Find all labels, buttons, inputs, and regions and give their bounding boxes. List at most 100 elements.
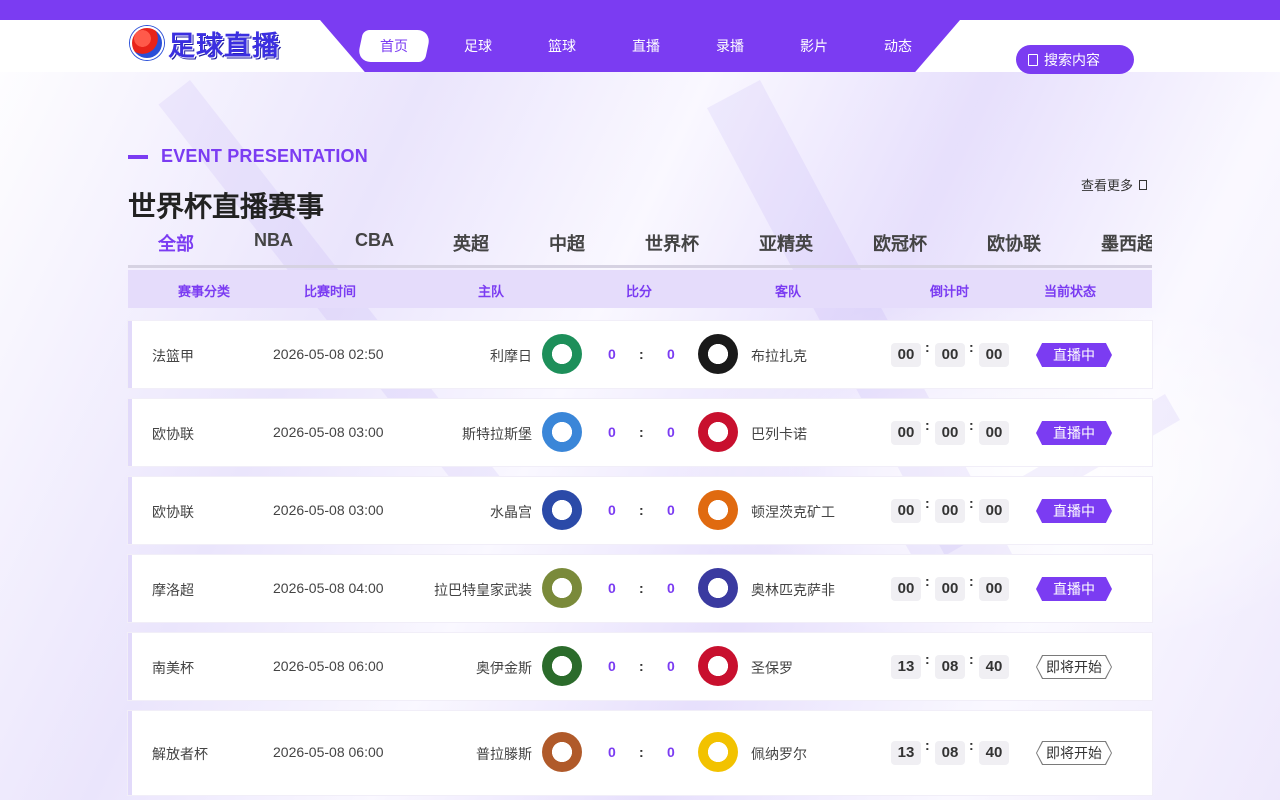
tab-1[interactable]: NBA [254,230,293,251]
away-team: 巴列卡诺 [751,426,807,442]
nav-item-5[interactable]: 影片 [772,20,856,72]
tab-0[interactable]: 全部 [158,230,194,256]
tab-8[interactable]: 欧协联 [987,230,1041,256]
away-team-logo [698,334,738,374]
away-team-logo [698,490,738,530]
table-row[interactable]: 法篮甲 2026-05-08 02:50 利摩日 0:0 布拉扎克 00:00:00 直播中 [128,321,1152,388]
home-team-logo [542,732,582,772]
countdown-separator: : [969,495,974,511]
home-team-logo [542,490,582,530]
table-row[interactable]: 南美杯 2026-05-08 06:00 奥伊金斯 0:0 圣保罗 13:08:40 即将开… [128,633,1152,700]
tab-6[interactable]: 亚精英 [759,230,813,256]
view-more-link[interactable]: 查看更多 [1081,175,1148,194]
status-badge-label: 即将开始 [1037,742,1111,764]
tab-5[interactable]: 世界杯 [645,230,699,256]
match-time: 2026-05-08 06:00 [273,658,384,674]
table-row[interactable]: 欧协联 2026-05-08 03:00 斯特拉斯堡 0:0 巴列卡诺 00:00:00 直… [128,399,1152,466]
table-header: 赛事分类 比赛时间 主队 比分 客队 倒计时 当前状态 [128,270,1152,308]
score-separator: : [639,580,644,596]
countdown-digit: 40 [979,655,1009,679]
tab-3[interactable]: 英超 [453,230,489,256]
countdown-separator: : [969,417,974,433]
score-separator: : [639,744,644,760]
status-badge[interactable]: 直播中 [1036,343,1112,367]
countdown-digit: 00 [979,499,1009,523]
away-team: 圣保罗 [751,660,793,676]
countdown-digit: 00 [935,343,965,367]
status-badge[interactable]: 即将开始 [1036,655,1112,679]
section-title: 世界杯直播赛事 [128,191,325,222]
countdown-digit: 00 [935,577,965,601]
away-team: 奥林匹克萨非 [751,582,835,598]
home-score: 0 [608,744,616,760]
table-row[interactable]: 解放者杯 2026-05-08 06:00 普拉滕斯 0:0 佩纳罗尔 13:08:40 即… [128,711,1152,795]
status-badge[interactable]: 即将开始 [1036,741,1112,765]
nav-item-1[interactable]: 足球 [436,20,520,72]
countdown-digit: 00 [979,421,1009,445]
nav-item-0[interactable]: 首页 [352,20,436,72]
title-accent-bar [128,154,148,159]
nav-item-label: 动态 [884,38,912,54]
league-name: 欧协联 [152,426,194,442]
status-badge[interactable]: 直播中 [1036,577,1112,601]
countdown-digit: 00 [935,499,965,523]
status-badge[interactable]: 直播中 [1036,499,1112,523]
match-time: 2026-05-08 03:00 [273,502,384,518]
site-logo[interactable]: 足球直播 [130,24,280,62]
home-score: 0 [608,502,616,518]
nav-item-6[interactable]: 动态 [856,20,940,72]
search-button[interactable]: 搜索内容 [1016,45,1134,74]
nav-item-label: 录播 [716,38,744,54]
home-team: 利摩日 [490,348,532,364]
countdown-separator: : [969,573,974,589]
countdown-separator: : [925,651,930,667]
home-score: 0 [608,580,616,596]
home-team: 斯特拉斯堡 [462,426,532,442]
score-separator: : [639,346,644,362]
countdown-separator: : [925,339,930,355]
tab-7[interactable]: 欧冠杯 [873,230,927,256]
match-time: 2026-05-08 04:00 [273,580,384,596]
nav-item-4[interactable]: 录播 [688,20,772,72]
match-time: 2026-05-08 03:00 [273,424,384,440]
away-score: 0 [667,658,675,674]
search-label: 搜索内容 [1044,51,1100,68]
countdown-digit: 00 [891,343,921,367]
home-team: 拉巴特皇家武装 [434,582,532,598]
away-score: 0 [667,502,675,518]
arrow-right-icon [1139,179,1148,190]
nav-item-label: 首页 [356,30,432,62]
column-header: 赛事分类 [178,284,231,299]
away-score: 0 [667,744,675,760]
away-team-logo [698,646,738,686]
match-time: 2026-05-08 02:50 [273,346,384,362]
home-score: 0 [608,346,616,362]
view-more-label: 查看更多 [1081,178,1134,193]
site-header: 足球直播 首页 足球 篮球 直播 录播 影片 动态 搜索内容 [0,20,1280,74]
tab-2[interactable]: CBA [355,230,394,251]
main-nav: 首页 足球 篮球 直播 录播 影片 动态 [352,20,940,72]
tab-4[interactable]: 中超 [549,230,585,256]
column-header: 客队 [775,284,802,299]
nav-item-3[interactable]: 直播 [604,20,688,72]
home-score: 0 [608,424,616,440]
tab-9[interactable]: 墨西超 [1101,230,1152,256]
countdown-separator: : [925,495,930,511]
ball-icon [130,26,164,60]
active-tab-underline [128,265,224,268]
column-header: 当前状态 [1044,284,1097,299]
status-badge[interactable]: 直播中 [1036,421,1112,445]
column-header: 倒计时 [930,284,970,299]
table-row[interactable]: 摩洛超 2026-05-08 04:00 拉巴特皇家武装 0:0 奥林匹克萨非 00:00… [128,555,1152,622]
nav-item-2[interactable]: 篮球 [520,20,604,72]
countdown-digit: 00 [891,577,921,601]
countdown-separator: : [925,573,930,589]
score-separator: : [639,502,644,518]
table-row[interactable]: 欧协联 2026-05-08 03:00 水晶宫 0:0 顿涅茨克矿工 00:00:00 直… [128,477,1152,544]
league-name: 摩洛超 [152,582,194,598]
home-team: 水晶宫 [490,504,532,520]
column-header: 比分 [626,284,653,299]
nav-item-label: 影片 [800,38,828,54]
nav-item-label: 直播 [632,38,660,54]
countdown-separator: : [925,737,930,753]
